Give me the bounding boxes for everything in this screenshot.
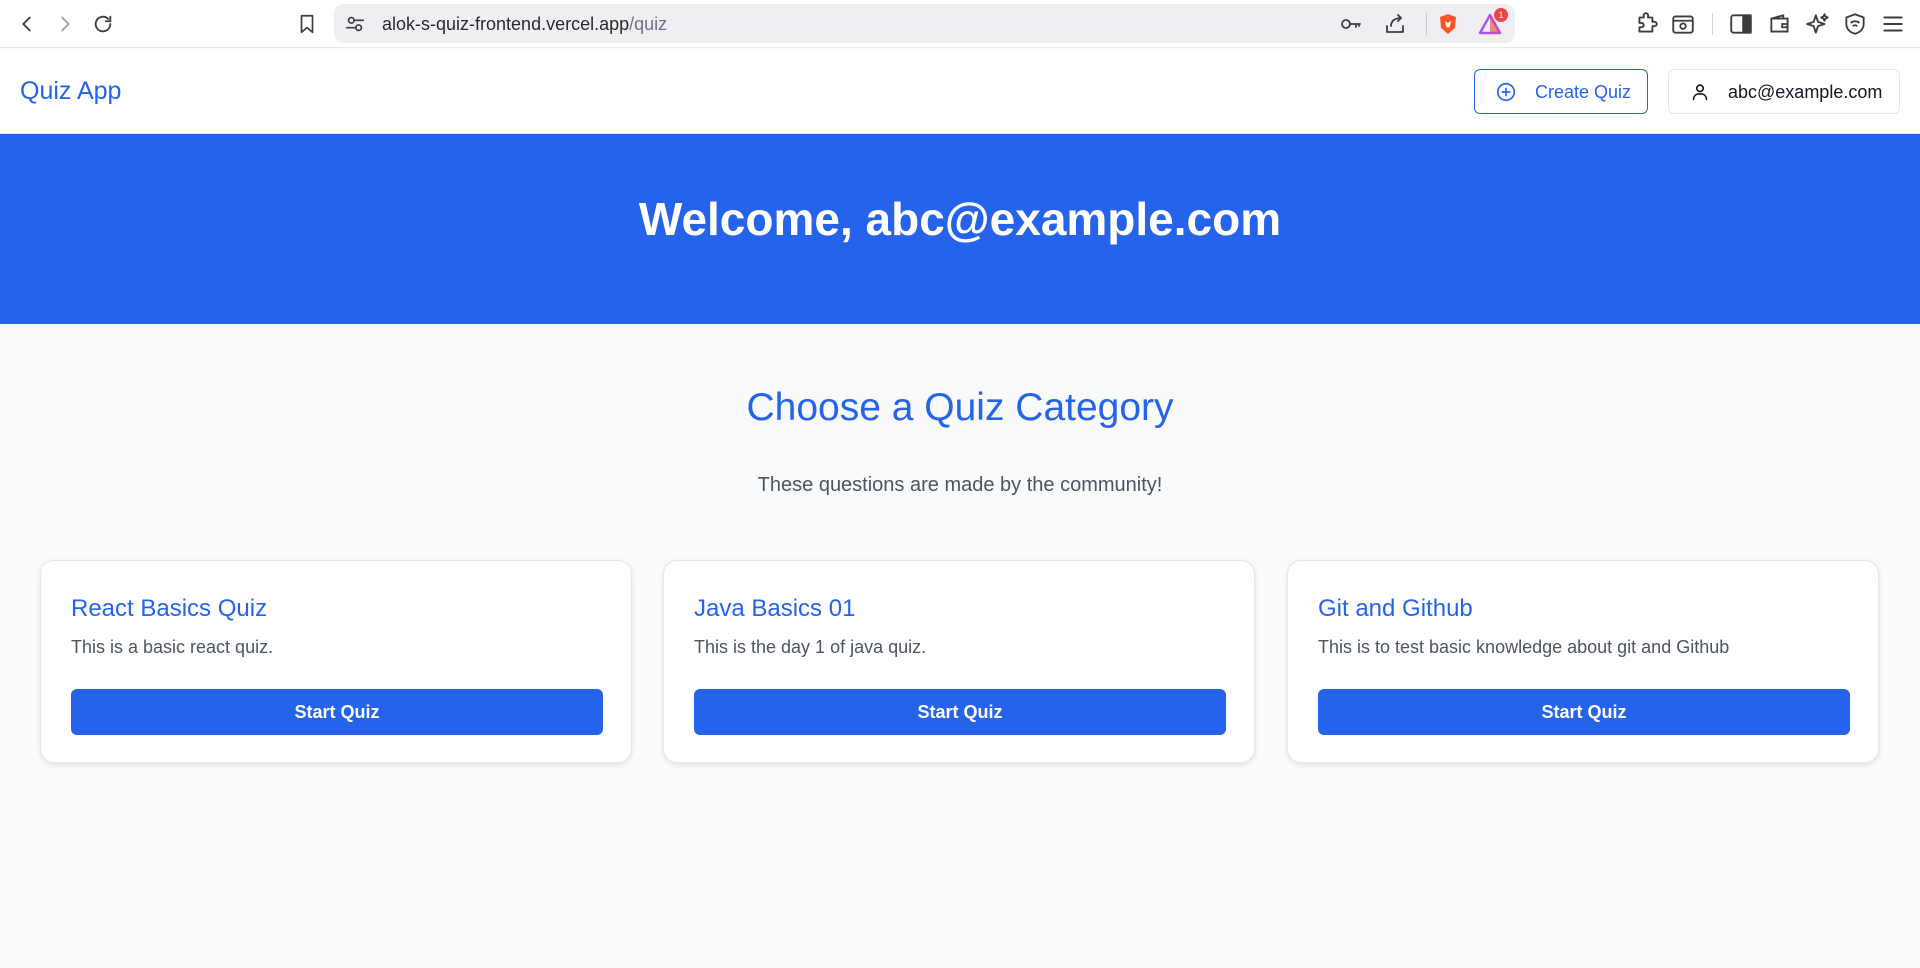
page-title: Choose a Quiz Category xyxy=(746,386,1174,429)
forward-icon[interactable] xyxy=(50,9,80,39)
start-quiz-button[interactable]: Start Quiz xyxy=(1318,689,1850,735)
site-settings-icon[interactable] xyxy=(344,13,366,35)
welcome-banner: Welcome, abc@example.com xyxy=(0,134,1920,324)
app-brand-link[interactable]: Quiz App xyxy=(20,77,121,106)
quiz-card-description: This is to test basic knowledge about gi… xyxy=(1318,637,1730,657)
wallet-icon[interactable] xyxy=(1767,11,1793,37)
quiz-card-title: React Basics Quiz xyxy=(71,595,268,622)
user-email-label: abc@example.com xyxy=(1728,82,1883,102)
leo-ai-icon[interactable] xyxy=(1805,11,1831,37)
reload-icon[interactable] xyxy=(88,9,118,39)
url-host: alok-s-quiz-frontend.vercel.app xyxy=(382,14,630,34)
browser-toolbar: alok-s-quiz-frontend.vercel.app/quiz 1 xyxy=(0,0,1920,48)
url-divider xyxy=(1426,13,1427,35)
screenshot-icon[interactable] xyxy=(1670,11,1696,37)
quiz-card: React Basics Quiz This is a basic react … xyxy=(40,560,632,763)
url-text[interactable]: alok-s-quiz-frontend.vercel.app/quiz xyxy=(382,14,667,35)
create-quiz-button[interactable]: Create Quiz xyxy=(1474,69,1648,114)
quiz-card: Java Basics 01 This is the day 1 of java… xyxy=(663,560,1255,763)
page-subtitle: These questions are made by the communit… xyxy=(757,474,1163,496)
create-quiz-label: Create Quiz xyxy=(1535,82,1632,102)
key-icon[interactable] xyxy=(1339,12,1363,36)
quiz-card: Git and Github This is to test basic kno… xyxy=(1287,560,1879,763)
extensions-icon[interactable] xyxy=(1634,11,1660,37)
brave-shields-icon[interactable] xyxy=(1436,12,1460,36)
user-account-button[interactable]: abc@example.com xyxy=(1668,69,1900,114)
back-icon[interactable] xyxy=(12,9,42,39)
start-quiz-button[interactable]: Start Quiz xyxy=(694,689,1226,735)
url-path: /quiz xyxy=(629,14,668,34)
bookmark-icon[interactable] xyxy=(292,9,322,39)
share-icon[interactable] xyxy=(1383,12,1407,36)
sidebar-icon[interactable] xyxy=(1728,11,1754,37)
quiz-card-description: This is the day 1 of java quiz. xyxy=(694,637,927,657)
app-header: Quiz App Create Quiz abc@example.com xyxy=(0,49,1920,134)
vpn-icon[interactable] xyxy=(1842,11,1868,37)
quiz-card-description: This is a basic react quiz. xyxy=(71,637,274,657)
address-bar[interactable]: alok-s-quiz-frontend.vercel.app/quiz 1 xyxy=(334,4,1515,43)
quiz-card-title: Java Basics 01 xyxy=(694,595,856,622)
rewards-badge: 1 xyxy=(1494,8,1508,22)
toolbar-divider xyxy=(1712,13,1713,35)
quiz-card-title: Git and Github xyxy=(1318,595,1473,622)
start-quiz-button[interactable]: Start Quiz xyxy=(71,689,603,735)
welcome-heading: Welcome, abc@example.com xyxy=(638,193,1282,245)
user-icon xyxy=(1692,84,1708,101)
brave-rewards-icon[interactable]: 1 xyxy=(1478,8,1508,36)
plus-circle-icon xyxy=(1496,82,1516,102)
menu-icon[interactable] xyxy=(1880,11,1906,37)
